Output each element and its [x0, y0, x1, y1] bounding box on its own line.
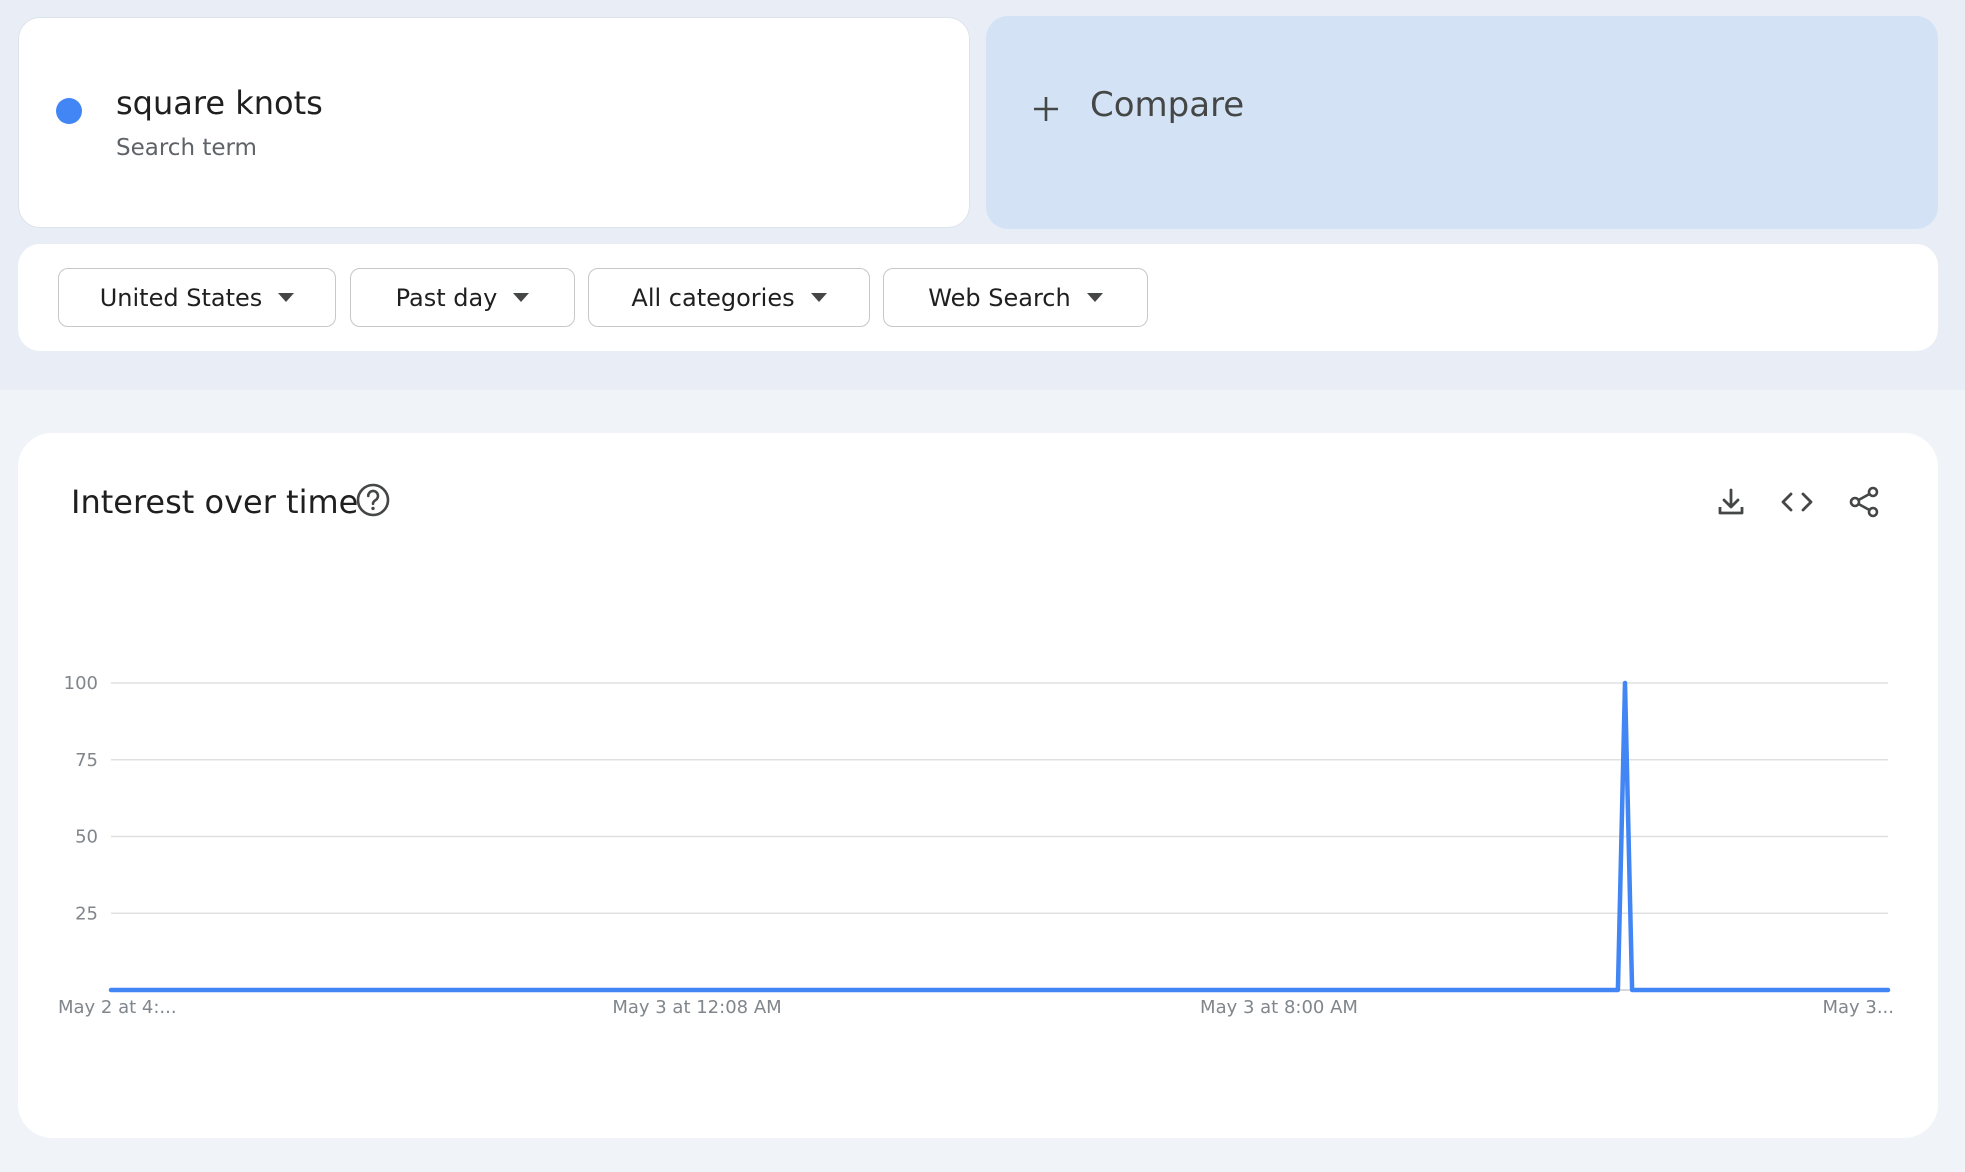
x-tick-label: May 2 at 4:... — [58, 997, 177, 1018]
search-term-type: Search term — [116, 135, 257, 161]
region-dropdown-label: United States — [99, 283, 263, 312]
y-tick-label: 25 — [75, 903, 98, 924]
interest-over-time-panel: Interest over time 25 50 75 100 May 2 at 4:.… — [18, 433, 1938, 1138]
plus-icon — [1034, 97, 1058, 121]
compare-button[interactable]: Compare — [986, 16, 1938, 229]
y-tick-label: 75 — [75, 750, 98, 771]
caret-down-icon — [810, 293, 827, 302]
category-dropdown[interactable]: All categories — [588, 268, 870, 327]
x-tick-label: May 3 at 12:08 AM — [612, 997, 781, 1018]
x-tick-label: May 3 at 8:00 AM — [1200, 997, 1358, 1018]
y-tick-label: 100 — [64, 673, 98, 694]
caret-down-icon — [278, 293, 295, 302]
x-tick-label: May 3... — [1822, 997, 1894, 1018]
time-range-dropdown[interactable]: Past day — [350, 268, 575, 327]
category-dropdown-label: All categories — [631, 283, 795, 312]
y-tick-label: 50 — [75, 827, 98, 848]
time-range-dropdown-label: Past day — [395, 283, 498, 312]
interest-line-chart[interactable]: 25 50 75 100 May 2 at 4:... May 3 at 12:08 AM… — [18, 433, 1938, 1138]
region-dropdown[interactable]: United States — [58, 268, 336, 327]
search-term-name[interactable]: square knots — [116, 84, 323, 122]
caret-down-icon — [1086, 293, 1103, 302]
search-type-dropdown[interactable]: Web Search — [883, 268, 1148, 327]
caret-down-icon — [513, 293, 530, 302]
compare-label: Compare — [1090, 85, 1245, 125]
filter-bar: United States Past day All categories We… — [18, 244, 1938, 351]
series-color-dot — [56, 98, 82, 124]
search-term-card[interactable]: square knots Search term — [18, 17, 970, 228]
search-type-dropdown-label: Web Search — [928, 283, 1071, 312]
